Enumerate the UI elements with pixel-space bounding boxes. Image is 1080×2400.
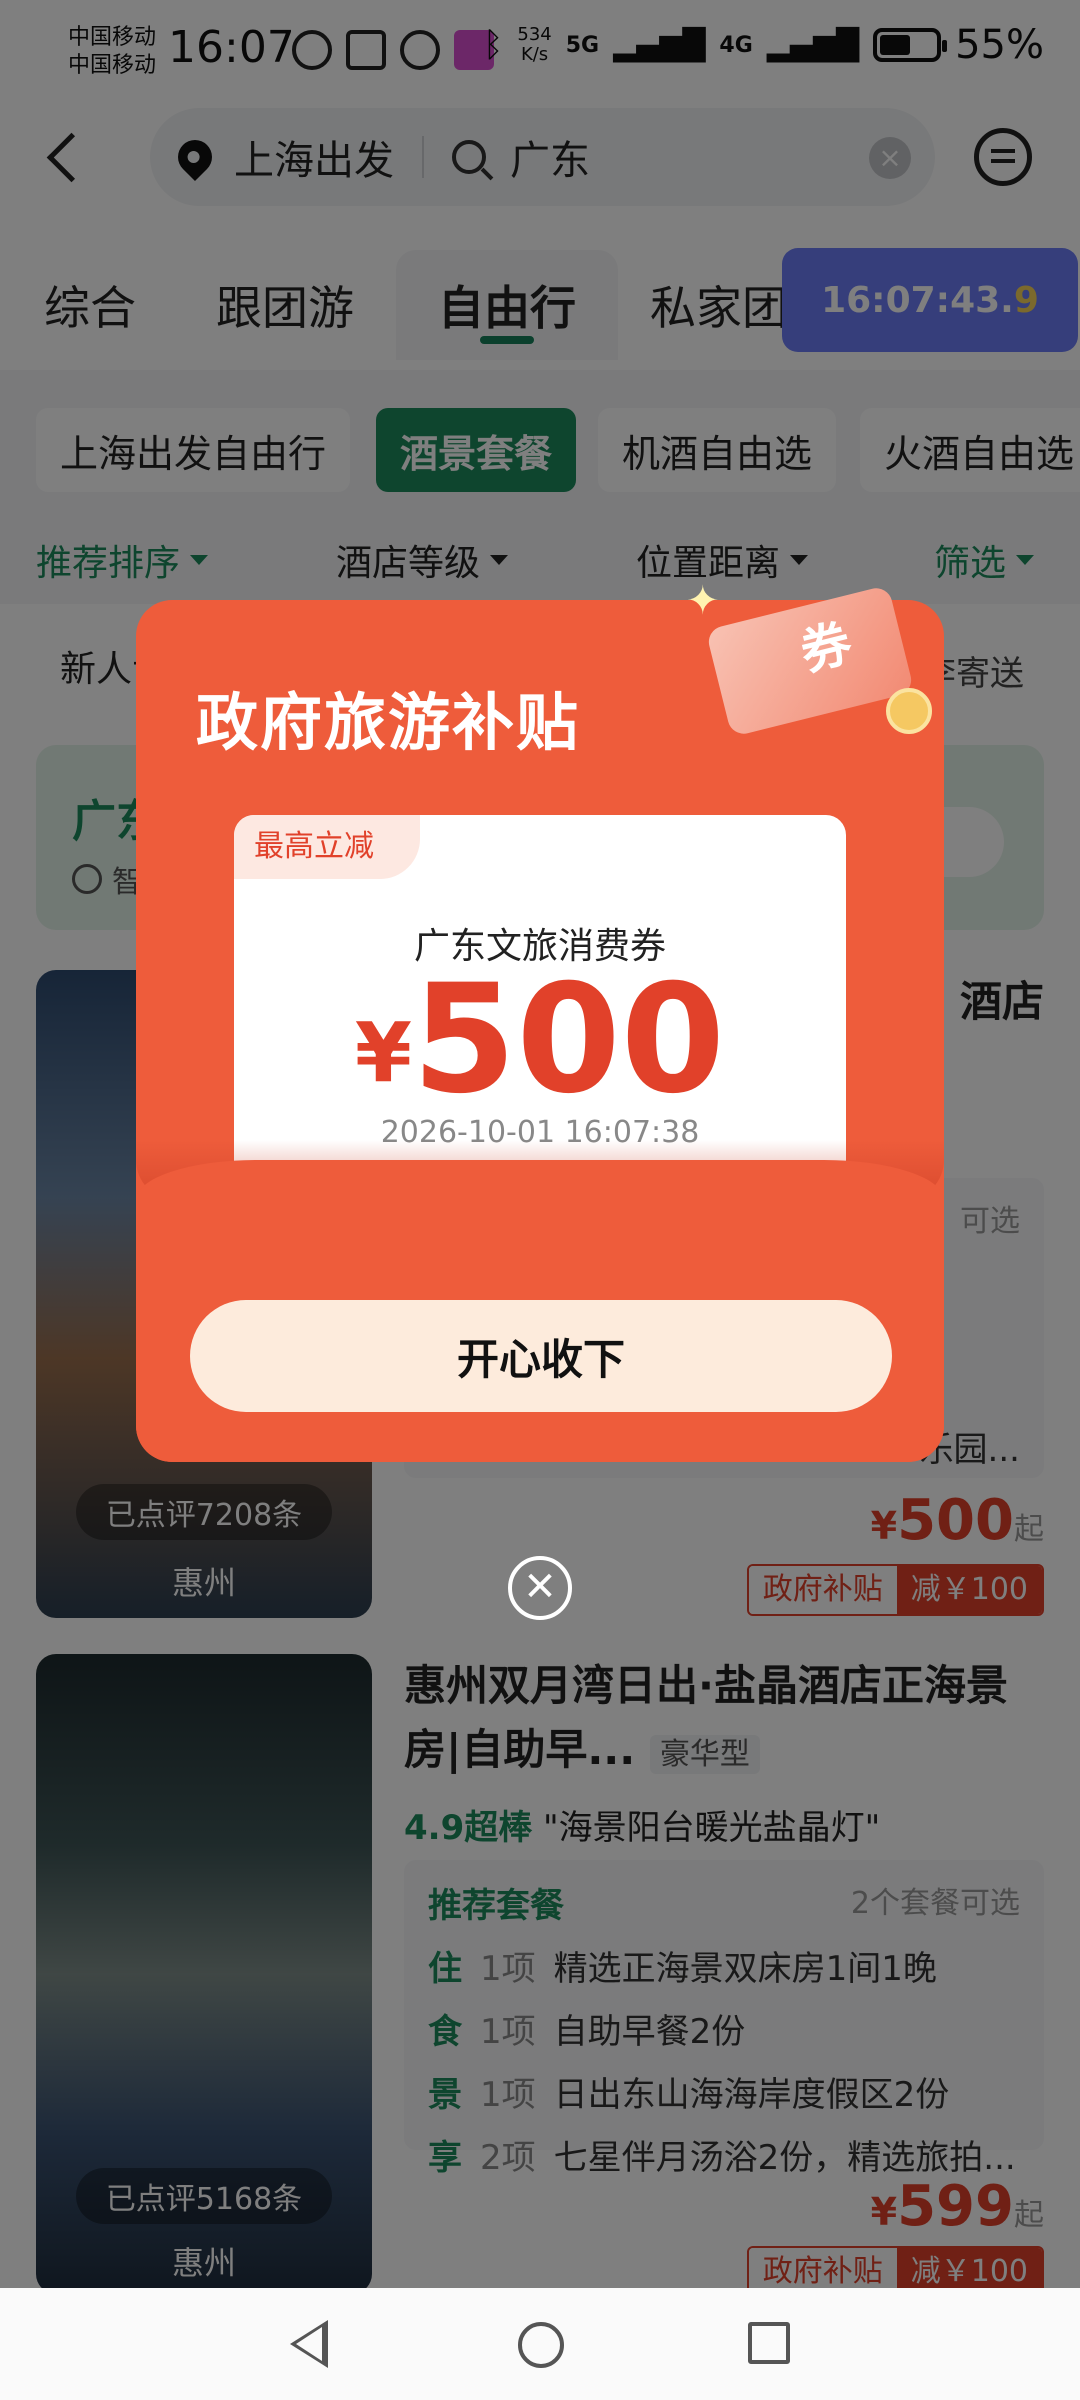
modal-title: 政府旅游补贴	[196, 686, 581, 759]
coupon-amount: ¥500	[234, 965, 846, 1115]
subsidy-modal: 政府旅游补贴 券 ✦ 最高立减 广东文旅消费券 ¥500 2026-10-01 …	[136, 578, 944, 1462]
coupon-currency: ¥	[354, 1006, 412, 1101]
nav-recents-icon[interactable]	[748, 2322, 790, 2364]
claim-coupon-button[interactable]: 开心收下	[190, 1300, 892, 1412]
coupon-ticket-icon: 券 ✦	[686, 578, 932, 738]
sparkle-icon: ✦	[686, 578, 720, 624]
close-modal-button[interactable]: ✕	[508, 1556, 572, 1620]
nav-back-icon[interactable]	[290, 2320, 328, 2368]
coupon-tag: 最高立减	[234, 815, 420, 879]
coin-icon	[886, 688, 932, 734]
nav-home-icon[interactable]	[518, 2322, 564, 2368]
screen: 中国移动 中国移动 16:07 ᛒ 534 K/s 5G ▂▄▆█ 4G ▂▄▆…	[0, 0, 1080, 2400]
system-nav-bar	[0, 2288, 1080, 2400]
coupon-value: 500	[411, 953, 726, 1127]
